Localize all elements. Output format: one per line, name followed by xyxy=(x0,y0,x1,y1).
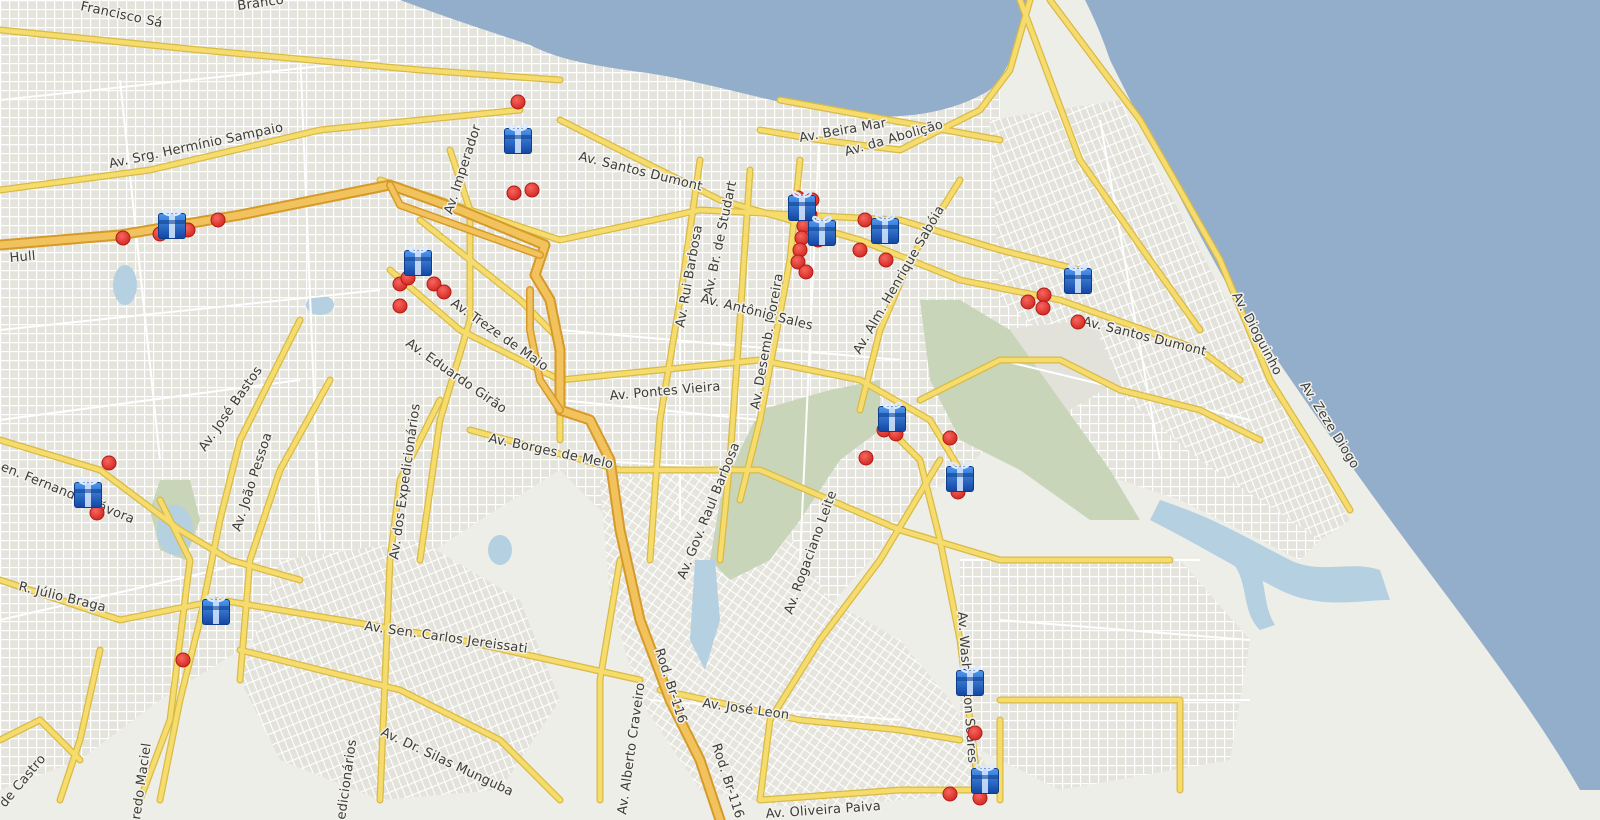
red-dot-icon[interactable] xyxy=(857,212,873,228)
red-dot-icon[interactable] xyxy=(210,212,226,228)
gift-box-icon[interactable] xyxy=(869,213,901,246)
gift-box-icon[interactable] xyxy=(969,763,1001,796)
gift-box-icon[interactable] xyxy=(876,401,908,434)
red-dot-icon[interactable] xyxy=(852,242,868,258)
gift-box-icon[interactable] xyxy=(402,245,434,278)
red-dot-icon[interactable] xyxy=(942,430,958,446)
red-dot-icon[interactable] xyxy=(115,230,131,246)
gift-box-icon[interactable] xyxy=(944,461,976,494)
red-dot-icon[interactable] xyxy=(89,505,105,521)
gift-box-icon[interactable] xyxy=(200,594,232,627)
red-dot-icon[interactable] xyxy=(1036,287,1052,303)
map-canvas[interactable]: Francisco Sá Branco Av. Srg. Hermínio Sa… xyxy=(0,0,1600,820)
red-dot-icon[interactable] xyxy=(175,652,191,668)
red-dot-icon[interactable] xyxy=(392,298,408,314)
gift-box-icon[interactable] xyxy=(786,190,818,223)
red-dot-icon[interactable] xyxy=(1070,314,1086,330)
red-dot-icon[interactable] xyxy=(942,786,958,802)
red-dot-icon[interactable] xyxy=(1020,294,1036,310)
gift-box-icon[interactable] xyxy=(156,208,188,241)
gift-box-icon[interactable] xyxy=(502,123,534,156)
red-dot-icon[interactable] xyxy=(878,252,894,268)
map-viewport[interactable]: Francisco Sá Branco Av. Srg. Hermínio Sa… xyxy=(0,0,1600,820)
gift-box-icon[interactable] xyxy=(806,215,838,248)
red-dot-icon[interactable] xyxy=(798,264,814,280)
gift-box-icon[interactable] xyxy=(72,477,104,510)
red-dot-icon[interactable] xyxy=(524,182,540,198)
red-dot-icon[interactable] xyxy=(101,455,117,471)
road-label: Hull xyxy=(9,249,36,266)
gift-box-icon[interactable] xyxy=(1062,263,1094,296)
red-dot-icon[interactable] xyxy=(436,284,452,300)
red-dot-icon[interactable] xyxy=(510,94,526,110)
red-dot-icon[interactable] xyxy=(967,725,983,741)
red-dot-icon[interactable] xyxy=(1035,300,1051,316)
red-dot-icon[interactable] xyxy=(506,185,522,201)
red-dot-icon[interactable] xyxy=(858,450,874,466)
gift-box-icon[interactable] xyxy=(954,665,986,698)
